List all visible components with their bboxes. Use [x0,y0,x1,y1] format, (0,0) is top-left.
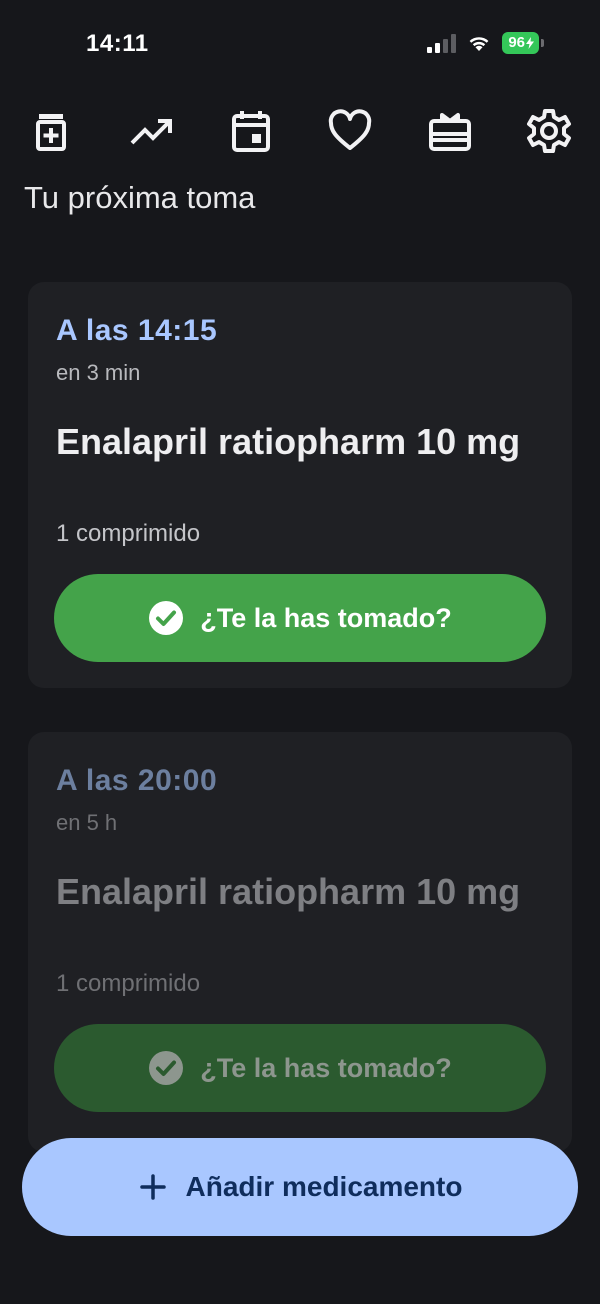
check-circle-icon [149,601,184,635]
medication-icon[interactable] [24,104,78,158]
status-bar: 14:11 96 [0,0,600,90]
confirm-taken-label: ¿Te la has tomado? [200,602,452,633]
medication-name: Enalapril ratiopharm 10 mg [56,871,521,912]
plus-icon [139,1174,166,1200]
section-title: Tu próxima toma [24,180,256,215]
dose-amount: 1 comprimido [56,970,201,997]
status-indicators: 96 [427,32,544,54]
confirm-taken-button[interactable]: ¿Te la has tomado? [54,574,546,662]
dose-time: A las 20:00 [56,764,218,797]
dose-relative-time: en 3 min [56,360,141,385]
confirm-taken-label: ¿Te la has tomado? [200,1052,452,1083]
battery-cap [541,39,544,47]
calendar-icon[interactable] [224,104,278,158]
heart-icon[interactable] [323,104,377,158]
add-medication-button[interactable]: Añadir medicamento [22,1138,578,1236]
wifi-icon [469,37,489,51]
dose-card: A las 20:00 en 5 h Enalapril ratiopharm … [28,732,572,1152]
dose-time: A las 14:15 [56,314,218,347]
medication-name: Enalapril ratiopharm 10 mg [56,421,521,462]
trending-up-icon[interactable] [124,104,178,158]
add-medication-label: Añadir medicamento [185,1171,463,1202]
status-time: 14:11 [86,30,149,57]
battery-indicator: 96 [502,32,539,54]
charging-bolt-icon [526,37,534,49]
gift-card-icon[interactable] [423,104,477,158]
top-toolbar [0,104,600,158]
dose-relative-time: en 5 h [56,810,118,835]
battery-level: 96 [508,34,525,51]
dose-card: A las 14:15 en 3 min Enalapril ratiophar… [28,282,572,688]
cellular-signal-icon [427,33,457,53]
check-circle-icon [149,1051,184,1085]
confirm-taken-button[interactable]: ¿Te la has tomado? [54,1024,546,1112]
dose-amount: 1 comprimido [56,520,201,547]
gear-icon[interactable] [522,104,576,158]
